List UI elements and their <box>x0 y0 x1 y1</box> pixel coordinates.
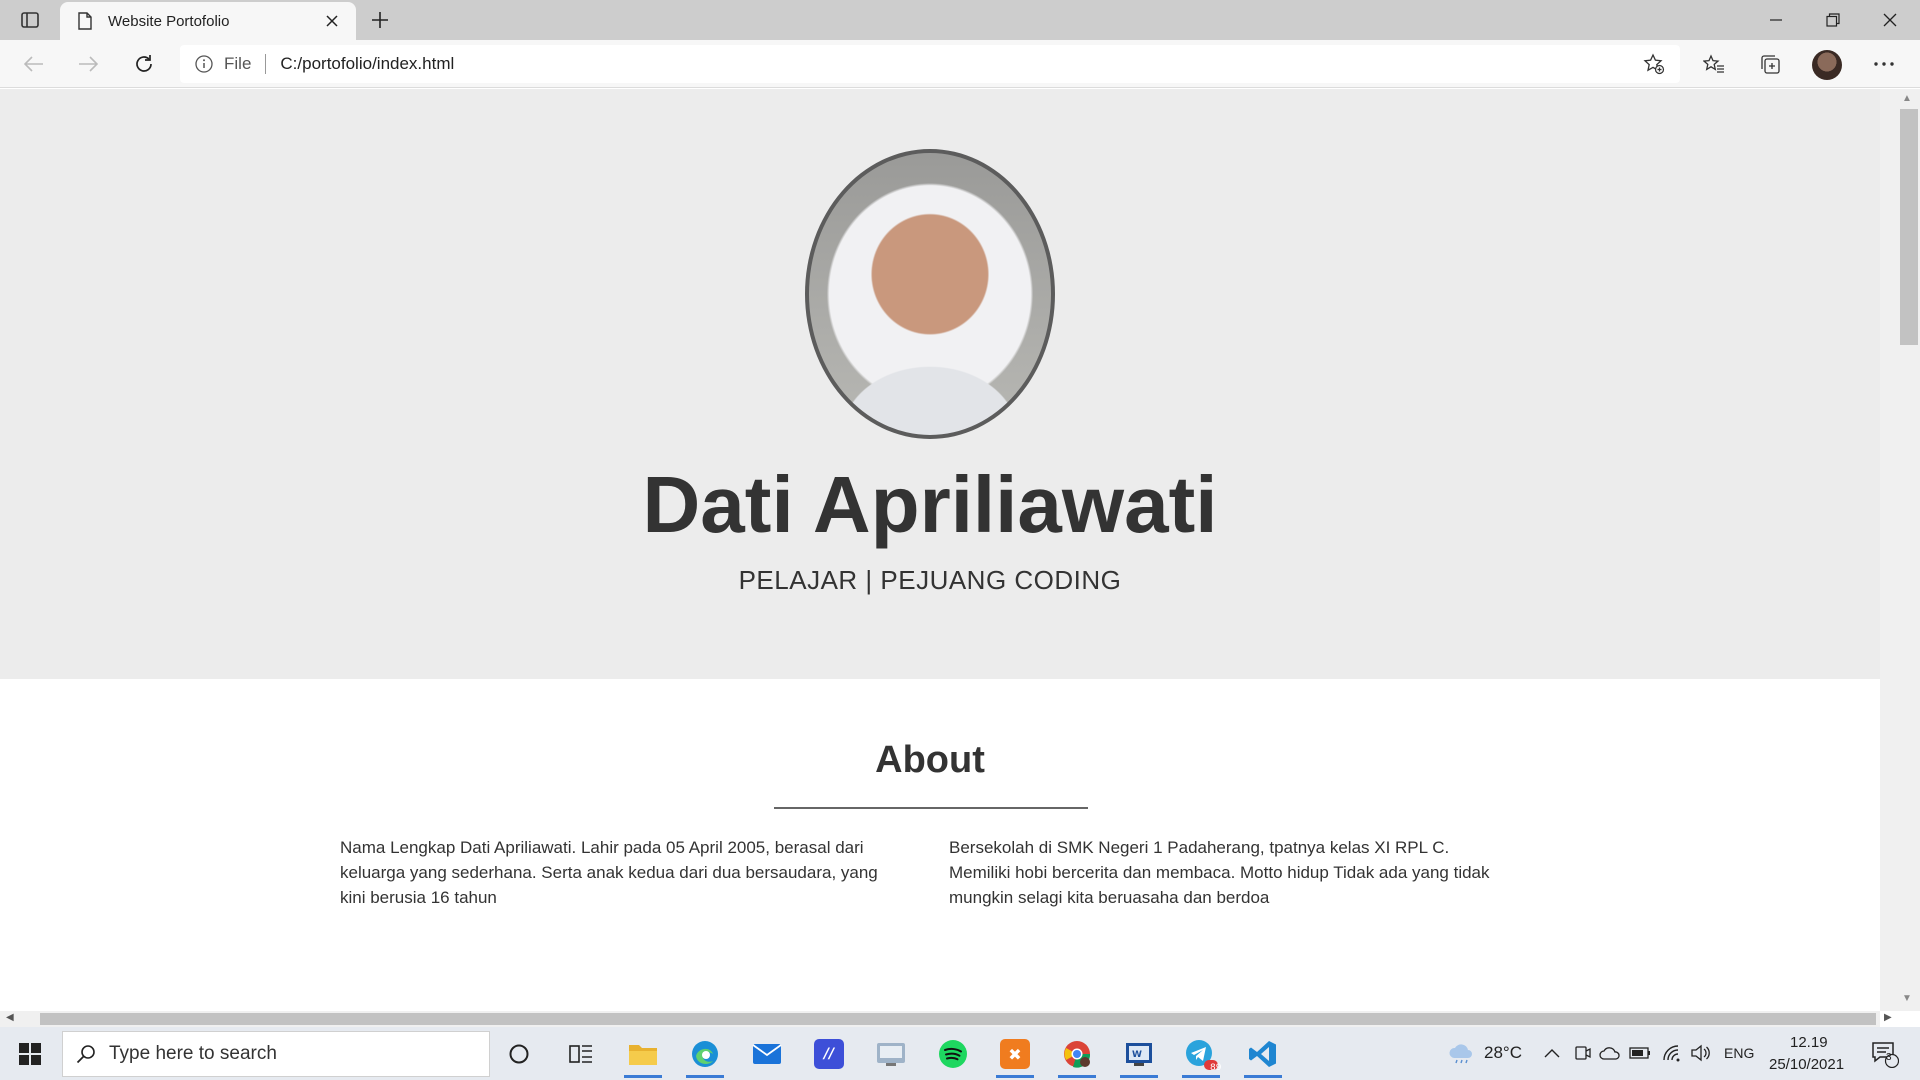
browser-tab-active[interactable]: Website Portofolio <box>60 2 356 40</box>
horizontal-scroll-thumb[interactable] <box>40 1013 1876 1025</box>
file-explorer-icon[interactable] <box>618 1033 668 1078</box>
onedrive-icon[interactable] <box>1598 1041 1622 1065</box>
address-separator <box>265 54 267 74</box>
profile-photo <box>805 149 1055 439</box>
language-indicator[interactable]: ENG <box>1724 1045 1754 1061</box>
hero-tagline: PELAJAR | PEJUANG CODING <box>738 565 1122 595</box>
restore-button[interactable] <box>1805 0 1861 40</box>
wifi-icon[interactable] <box>1660 1041 1684 1065</box>
visual-studio-icon[interactable]: // <box>804 1033 854 1075</box>
page-viewport: Dati Apriliawati PELAJAR | PEJUANG CODIN… <box>0 89 1880 1011</box>
minimize-button[interactable] <box>1748 0 1804 40</box>
taskbar-search[interactable]: Type here to search <box>62 1031 490 1077</box>
add-favorite-icon[interactable] <box>1636 46 1672 82</box>
clock-date[interactable]: 25/10/2021 <box>1769 1056 1844 1073</box>
volume-icon[interactable] <box>1688 1041 1712 1065</box>
about-divider <box>774 807 1088 809</box>
hero-section: Dati Apriliawati PELAJAR | PEJUANG CODIN… <box>0 89 1880 679</box>
tab-close-icon[interactable] <box>320 9 344 33</box>
notifications-icon[interactable]: 3 <box>1868 1037 1902 1071</box>
collections-icon[interactable] <box>1754 48 1786 80</box>
weather-icon[interactable] <box>1446 1041 1476 1065</box>
address-scheme: File <box>224 54 252 73</box>
forward-button[interactable] <box>72 48 104 80</box>
scroll-right-icon[interactable]: ▶ <box>1884 1012 1892 1023</box>
telegram-icon[interactable]: 89 <box>1176 1033 1226 1078</box>
chrome-icon[interactable] <box>1052 1033 1102 1078</box>
about-title: About <box>875 739 985 781</box>
browser-toolbar: File C:/portofolio/index.html <box>0 40 1920 88</box>
clock-time[interactable]: 12.19 <box>1790 1034 1828 1051</box>
search-placeholder: Type here to search <box>109 1043 277 1064</box>
horizontal-scrollbar[interactable]: ◀ ▶ <box>0 1011 1892 1027</box>
weather-temperature[interactable]: 28°C <box>1484 1043 1522 1063</box>
close-window-button[interactable] <box>1862 0 1918 40</box>
spotify-icon[interactable] <box>928 1033 978 1075</box>
info-icon[interactable] <box>194 54 214 74</box>
mail-icon[interactable] <box>742 1033 792 1075</box>
control-panel-icon[interactable] <box>866 1033 916 1075</box>
about-left-text: Nama Lengkap Dati Apriliawati. Lahir pad… <box>340 838 878 907</box>
favorites-icon[interactable] <box>1698 48 1730 80</box>
xampp-icon[interactable]: ✖ <box>990 1033 1040 1078</box>
start-button[interactable] <box>10 1037 50 1071</box>
page-icon <box>78 12 94 30</box>
new-tab-button[interactable] <box>366 6 394 34</box>
chevron-up-icon[interactable] <box>1540 1041 1564 1065</box>
about-right-text: Bersekolah di SMK Negeri 1 Padaherang, t… <box>949 838 1490 907</box>
back-button[interactable] <box>18 48 50 80</box>
tab-title: Website Portofolio <box>108 12 230 30</box>
taskbar: Type here to search // ✖ W 89 28°C ENG 1… <box>0 1027 1920 1080</box>
more-options-icon[interactable] <box>1868 48 1900 80</box>
virtualbox-icon[interactable]: W <box>1114 1033 1164 1078</box>
address-bar[interactable]: File C:/portofolio/index.html <box>180 45 1680 83</box>
profile-avatar[interactable] <box>1812 50 1842 80</box>
battery-icon[interactable] <box>1628 1041 1652 1065</box>
refresh-button[interactable] <box>128 48 160 80</box>
hero-name: Dati Apriliawati <box>642 460 1218 549</box>
scroll-down-icon[interactable]: ▼ <box>1902 993 1912 1004</box>
task-view-icon[interactable] <box>556 1033 606 1075</box>
edge-icon[interactable] <box>680 1033 730 1078</box>
vscode-icon[interactable] <box>1238 1033 1288 1078</box>
meet-now-icon[interactable] <box>1570 1041 1594 1065</box>
vertical-scroll-thumb[interactable] <box>1900 109 1918 345</box>
cortana-icon[interactable] <box>494 1033 544 1075</box>
tab-actions-icon[interactable] <box>14 8 46 32</box>
address-url[interactable]: C:/portofolio/index.html <box>280 54 1636 74</box>
vertical-scrollbar[interactable]: ▲ ▼ <box>1880 89 1920 1011</box>
notification-count: 3 <box>1886 1052 1892 1063</box>
scroll-up-icon[interactable]: ▲ <box>1902 93 1912 104</box>
search-icon <box>63 1044 109 1064</box>
telegram-badge: 89 <box>1210 1063 1222 1073</box>
browser-tab-strip: Website Portofolio <box>0 0 1920 40</box>
scroll-left-icon[interactable]: ◀ <box>6 1012 14 1023</box>
svg-text:W: W <box>1132 1050 1142 1060</box>
